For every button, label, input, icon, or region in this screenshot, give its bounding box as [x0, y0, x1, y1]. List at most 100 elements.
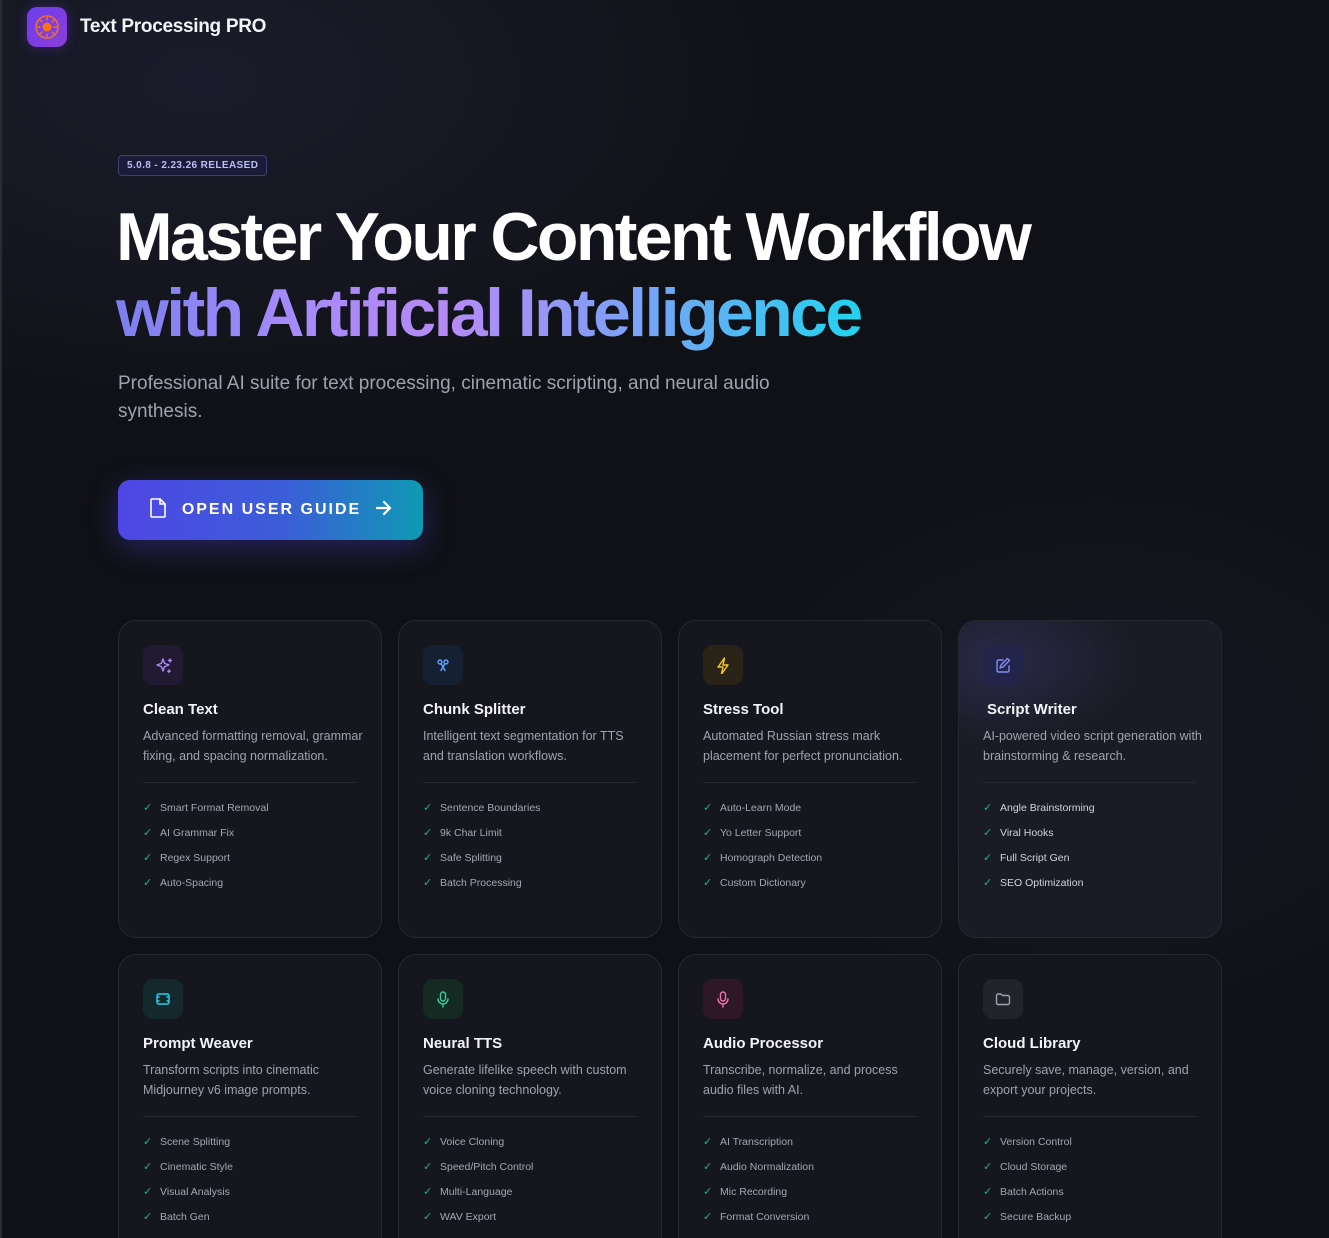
- lightning-icon: [703, 645, 743, 685]
- card-description: Generate lifelike speech with custom voi…: [423, 1063, 627, 1097]
- feature-item: ✓ AI Transcription: [703, 1129, 917, 1154]
- open-user-guide-label: OPEN USER GUIDE: [181, 501, 362, 518]
- check-icon: ✓: [703, 827, 713, 839]
- feature-label: AI Grammar Fix: [160, 826, 235, 839]
- card-divider: [143, 782, 357, 783]
- feature-list: ✓ Scene Splitting ✓ Cinematic Style ✓ Visual …: [143, 1129, 357, 1229]
- check-icon: ✓: [983, 852, 993, 864]
- card-divider: [423, 782, 637, 783]
- feature-item: ✓ Cloud Storage: [983, 1154, 1197, 1179]
- feature-item: ✓ Voice Cloning: [423, 1129, 637, 1154]
- scissors-icon: [423, 645, 463, 685]
- check-icon: ✓: [143, 1136, 153, 1148]
- card-divider: [143, 1116, 357, 1117]
- feature-list: ✓ Angle Brainstorming ✓ Viral Hooks ✓ Full Sc…: [983, 795, 1197, 895]
- feature-label: Full Script Gen: [1000, 851, 1070, 864]
- check-icon: ✓: [423, 1161, 433, 1173]
- check-icon: ✓: [983, 877, 993, 889]
- hero-headline: Master Your Content Workflow: [116, 199, 1032, 275]
- feature-label: Auto-Learn Mode: [720, 801, 802, 814]
- feature-card-clean-text[interactable]: Clean Text Advanced formatting removal, g…: [118, 620, 382, 938]
- check-icon: ✓: [423, 1211, 433, 1223]
- feature-item: ✓ Yo Letter Support: [703, 820, 917, 845]
- check-icon: ✓: [983, 827, 993, 839]
- feature-item: ✓ Auto-Spacing: [143, 870, 357, 895]
- feature-card-neural-tts[interactable]: Neural TTS Generate lifelike speech with …: [398, 954, 662, 1238]
- check-icon: ✓: [703, 1211, 713, 1223]
- feature-label: Angle Brainstorming: [1000, 801, 1095, 814]
- feature-label: Format Conversion: [720, 1210, 810, 1223]
- feature-label: Sentence Boundaries: [440, 801, 541, 814]
- feature-label: Safe Splitting: [440, 851, 502, 864]
- feature-item: ✓ AI Grammar Fix: [143, 820, 357, 845]
- feature-item: ✓ Version Control: [983, 1129, 1197, 1154]
- check-icon: ✓: [983, 1186, 993, 1198]
- release-badge: 5.0.8 - 2.23.26 RELEASED: [118, 155, 268, 176]
- card-description: Intelligent text segmentation for TTS an…: [423, 729, 624, 763]
- feature-item: ✓ Visual Analysis: [143, 1179, 357, 1204]
- feature-label: Voice Cloning: [440, 1135, 505, 1148]
- card-description: Automated Russian stress mark placement …: [703, 729, 903, 763]
- feature-label: Cloud Storage: [1000, 1160, 1068, 1173]
- feature-label: Yo Letter Support: [720, 826, 802, 839]
- check-icon: ✓: [703, 877, 713, 889]
- folder-icon: [983, 979, 1023, 1019]
- feature-item: ✓ Batch Actions: [983, 1179, 1197, 1204]
- check-icon: ✓: [983, 1211, 993, 1223]
- feature-list: ✓ Voice Cloning ✓ Speed/Pitch Control ✓ Multi…: [423, 1129, 637, 1229]
- feature-item: ✓ Custom Dictionary: [703, 870, 917, 895]
- feature-label: Batch Gen: [160, 1210, 210, 1223]
- feature-label: Batch Processing: [440, 876, 522, 889]
- check-icon: ✓: [423, 827, 433, 839]
- feature-item: ✓ Full Script Gen: [983, 845, 1197, 870]
- feature-card-stress-tool[interactable]: Stress Tool Automated Russian stress mark…: [678, 620, 942, 938]
- card-divider: [983, 1116, 1197, 1117]
- feature-list: ✓ Version Control ✓ Cloud Storage ✓ Batch Act…: [983, 1129, 1197, 1229]
- feature-card-prompt-weaver[interactable]: Prompt Weaver Transform scripts into cine…: [118, 954, 382, 1238]
- card-description: Securely save, manage, version, and expo…: [983, 1063, 1189, 1097]
- microphone-icon: [423, 979, 463, 1019]
- card-title: Cloud Library: [983, 1035, 1081, 1052]
- feature-item: ✓ Regex Support: [143, 845, 357, 870]
- check-icon: ✓: [143, 1186, 153, 1198]
- check-icon: ✓: [703, 1186, 713, 1198]
- feature-card-cloud-library[interactable]: Cloud Library Securely save, manage, vers…: [958, 954, 1222, 1238]
- feature-item: ✓ Secure Backup: [983, 1204, 1197, 1229]
- feature-label: Regex Support: [160, 851, 231, 864]
- card-title: Neural TTS: [423, 1035, 503, 1052]
- check-icon: ✓: [703, 852, 713, 864]
- feature-card-audio-processor[interactable]: Audio Processor Transcribe, normalize, an…: [678, 954, 942, 1238]
- check-icon: ✓: [143, 827, 153, 839]
- feature-item: ✓ Safe Splitting: [423, 845, 637, 870]
- app-logo-icon[interactable]: [27, 7, 67, 47]
- check-icon: ✓: [983, 802, 993, 814]
- feature-card-script-writer[interactable]: Script Writer AI-powered video script gen…: [958, 620, 1222, 938]
- feature-list: ✓ Sentence Boundaries ✓ 9k Char Limit ✓ Safe …: [423, 795, 637, 895]
- sparkles-icon: [143, 645, 183, 685]
- card-description: Transform scripts into cinematic Midjour…: [143, 1063, 319, 1097]
- hero-headline-gradient: with Artificial Intelligence: [116, 275, 863, 351]
- app-title: Text Processing PRO: [80, 16, 267, 37]
- check-icon: ✓: [983, 1136, 993, 1148]
- feature-label: WAV Export: [440, 1210, 497, 1223]
- feature-label: AI Transcription: [720, 1135, 793, 1148]
- feature-item: ✓ Sentence Boundaries: [423, 795, 637, 820]
- feature-label: Custom Dictionary: [720, 876, 806, 889]
- card-title: Clean Text: [143, 701, 218, 718]
- card-description: Transcribe, normalize, and process audio…: [703, 1063, 898, 1097]
- feature-item: ✓ Auto-Learn Mode: [703, 795, 917, 820]
- feature-item: ✓ Audio Normalization: [703, 1154, 917, 1179]
- feature-item: ✓ Format Conversion: [703, 1204, 917, 1229]
- feature-item: ✓ Batch Gen: [143, 1204, 357, 1229]
- feature-list: ✓ AI Transcription ✓ Audio Normalization ✓ Mi…: [703, 1129, 917, 1229]
- feature-item: ✓ SEO Optimization: [983, 870, 1197, 895]
- check-icon: ✓: [143, 802, 153, 814]
- card-title: Stress Tool: [703, 701, 784, 718]
- card-title: Audio Processor: [703, 1035, 824, 1052]
- window-edge: [0, 0, 2, 1238]
- feature-card-chunk-splitter[interactable]: Chunk Splitter Intelligent text segmentat…: [398, 620, 662, 938]
- feature-item: ✓ Angle Brainstorming: [983, 795, 1197, 820]
- feature-label: Mic Recording: [720, 1185, 788, 1198]
- open-user-guide-button[interactable]: OPEN USER GUIDE: [118, 480, 423, 540]
- feature-item: ✓ WAV Export: [423, 1204, 637, 1229]
